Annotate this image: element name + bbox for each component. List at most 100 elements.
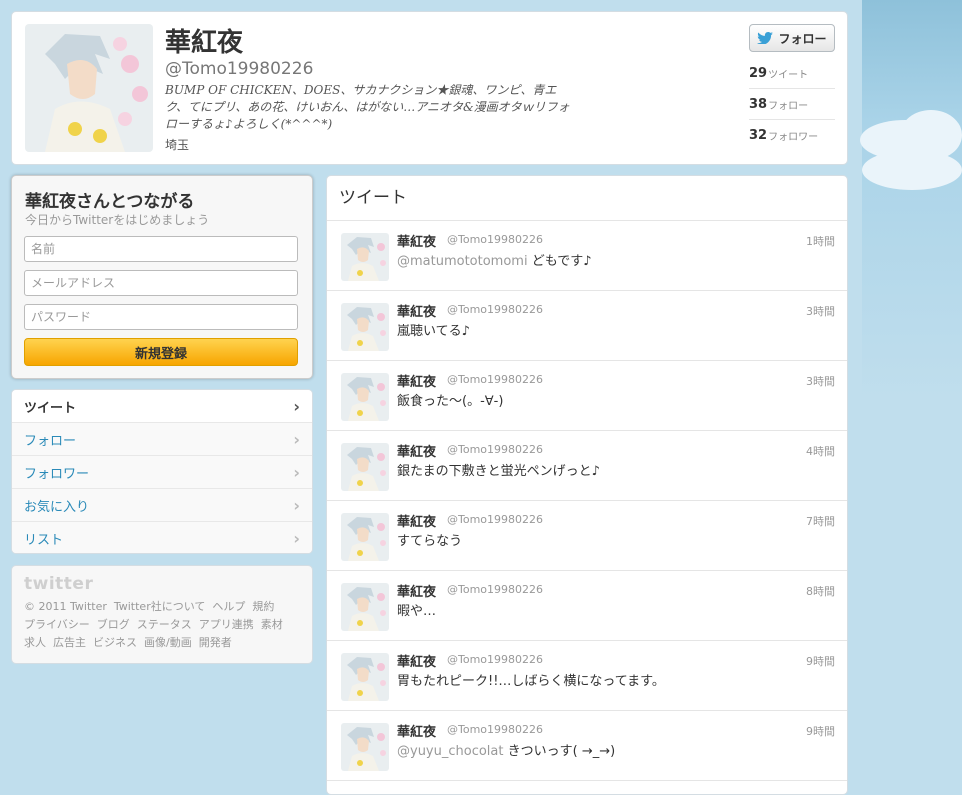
tweet-item[interactable]: 華紅夜 @Tomo19980226 7時間すてらなう xyxy=(327,501,847,571)
profile-stats: 29 ツイート 38 フォロー 32 フォロワー xyxy=(749,58,835,150)
tweet-timestamp[interactable]: 8時間 xyxy=(806,583,835,599)
tweet-mention[interactable]: @matumototomomi xyxy=(397,254,528,269)
tweet-author-name[interactable]: 華紅夜 xyxy=(397,511,436,530)
tweet-item[interactable]: 華紅夜 @Tomo19980226 3時間飯食った〜(。-∀-) xyxy=(327,361,847,431)
signup-button[interactable]: 新規登録 xyxy=(24,338,298,366)
tweet-text: 暇や… xyxy=(397,600,436,619)
tweet-author-handle[interactable]: @Tomo19980226 xyxy=(447,653,543,666)
footer-copyright: © 2011 Twitter xyxy=(24,600,107,613)
password-field[interactable] xyxy=(24,304,298,330)
tweet-author-name[interactable]: 華紅夜 xyxy=(397,371,436,390)
stat-count: 32 xyxy=(749,127,768,143)
footer-link[interactable]: アプリ連携 xyxy=(199,618,254,631)
tweet-timestamp[interactable]: 9時間 xyxy=(806,653,835,669)
tweet-timestamp[interactable]: 9時間 xyxy=(806,723,835,739)
tweet-author-handle[interactable]: @Tomo19980226 xyxy=(447,233,543,246)
nav-item-label: フォロワー xyxy=(24,466,90,482)
profile-bio: BUMP OF CHICKEN、DOES、サカナクション★銀魂、ワンピ、青エク、… xyxy=(165,83,570,131)
chevron-right-icon: › xyxy=(293,396,300,416)
nav-item-following[interactable]: フォロー › xyxy=(12,423,312,456)
stat-label: フォロワー xyxy=(768,131,819,143)
tweet-mention[interactable]: @yuyu_chocolat xyxy=(397,744,503,759)
timeline-header: ツイート xyxy=(327,176,847,221)
stat-count: 29 xyxy=(749,65,768,81)
tweet-item[interactable]: 華紅夜 @Tomo19980226 9時間 @yuyu_chocolat きついっす(… xyxy=(327,711,847,781)
footer-link[interactable]: 規約 xyxy=(252,600,274,613)
tweet-author-handle[interactable]: @Tomo19980226 xyxy=(447,443,543,456)
nav-item-label: お気に入り xyxy=(24,499,90,515)
footer-link[interactable]: 素材 xyxy=(261,618,283,631)
follow-button[interactable]: フォロー xyxy=(749,24,835,52)
footer-links: © 2011 Twitter Twitter社について ヘルプ 規約 プライバシー ブロ… xyxy=(24,598,304,652)
footer-link[interactable]: ヘルプ xyxy=(212,600,245,613)
nav-item-tweets[interactable]: ツイート › xyxy=(12,390,312,423)
tweet-avatar[interactable] xyxy=(341,443,389,491)
tweet-body: すてらなう xyxy=(397,534,463,549)
tweet-timestamp[interactable]: 3時間 xyxy=(806,303,835,319)
tweet-avatar[interactable] xyxy=(341,513,389,561)
tweet-author-name[interactable]: 華紅夜 xyxy=(397,301,436,320)
tweet-item[interactable]: 華紅夜 @Tomo19980226 1時間 @matumototomomi どもです♪ xyxy=(327,221,847,291)
tweet-body: 暇や… xyxy=(397,604,437,619)
footer-link[interactable]: 開発者 xyxy=(199,636,232,649)
tweet-item[interactable]: 華紅夜 @Tomo19980226 8時間暇や… xyxy=(327,571,847,641)
footer-link[interactable]: 画像/動画 xyxy=(144,636,192,649)
profile-location: 埼玉 xyxy=(165,138,190,152)
footer-link[interactable]: 求人 xyxy=(24,636,46,649)
footer-link[interactable]: Twitter社について xyxy=(114,600,206,613)
tweet-avatar[interactable] xyxy=(341,653,389,701)
follow-button-label: フォロー xyxy=(778,31,827,46)
tweet-avatar[interactable] xyxy=(341,303,389,351)
tweet-author-name[interactable]: 華紅夜 xyxy=(397,231,436,250)
tweet-timestamp[interactable]: 3時間 xyxy=(806,373,835,389)
tweet-item[interactable]: 華紅夜 @Tomo19980226 9時間 胃もたれピーク!!…しばらく横になってます… xyxy=(327,641,847,711)
stat-label: ツイート xyxy=(768,69,809,81)
site-footer: twitter © 2011 Twitter Twitter社について ヘルプ 規約 … xyxy=(11,565,313,664)
tweet-author-name[interactable]: 華紅夜 xyxy=(397,721,436,740)
profile-nav: ツイート › フォロー › フォロワー › お気に入り › リスト › xyxy=(11,389,313,554)
profile-avatar[interactable] xyxy=(25,24,153,152)
tweet-author-handle[interactable]: @Tomo19980226 xyxy=(447,723,543,736)
tweet-body: 飯食った〜(。-∀-) xyxy=(397,394,504,409)
tweet-text: すてらなう xyxy=(397,530,462,549)
footer-link[interactable]: ステータス xyxy=(137,618,192,631)
email-field[interactable] xyxy=(24,270,298,296)
tweet-timestamp[interactable]: 1時間 xyxy=(806,233,835,249)
tweet-body: 嵐聴いてる♪ xyxy=(397,324,470,339)
nav-item-lists[interactable]: リスト › xyxy=(12,522,312,553)
tweet-text: @yuyu_chocolat きついっす( →_→) xyxy=(397,740,615,759)
tweet-text: @matumototomomi どもです♪ xyxy=(397,250,592,269)
name-field[interactable] xyxy=(24,236,298,262)
tweet-author-handle[interactable]: @Tomo19980226 xyxy=(447,303,543,316)
tweet-author-name[interactable]: 華紅夜 xyxy=(397,441,436,460)
chevron-right-icon: › xyxy=(293,462,300,482)
nav-item-favorites[interactable]: お気に入り › xyxy=(12,489,312,522)
stat-following[interactable]: 38 フォロー xyxy=(749,89,835,120)
footer-link[interactable]: ビジネス xyxy=(93,636,137,649)
twitter-logo[interactable]: twitter xyxy=(24,574,93,594)
signup-panel: 華紅夜さんとつながる 今日からTwitterをはじめましょう 新規登録 xyxy=(11,175,313,379)
tweet-avatar[interactable] xyxy=(341,723,389,771)
tweet-timestamp[interactable]: 4時間 xyxy=(806,443,835,459)
nav-item-followers[interactable]: フォロワー › xyxy=(12,456,312,489)
tweet-author-handle[interactable]: @Tomo19980226 xyxy=(447,373,543,386)
nav-item-label: リスト xyxy=(24,533,64,548)
tweet-list: 華紅夜 @Tomo19980226 1時間 @matumototomomi どもです♪… xyxy=(327,221,847,781)
tweet-avatar[interactable] xyxy=(341,583,389,631)
footer-link[interactable]: 広告主 xyxy=(53,636,86,649)
tweet-avatar[interactable] xyxy=(341,373,389,421)
footer-link[interactable]: プライバシー xyxy=(24,618,90,631)
tweet-author-name[interactable]: 華紅夜 xyxy=(397,651,436,670)
tweet-author-handle[interactable]: @Tomo19980226 xyxy=(447,583,543,596)
chevron-right-icon: › xyxy=(293,495,300,515)
tweet-avatar[interactable] xyxy=(341,233,389,281)
stat-followers[interactable]: 32 フォロワー xyxy=(749,120,835,150)
tweet-text: 嵐聴いてる♪ xyxy=(397,320,470,339)
tweet-item[interactable]: 華紅夜 @Tomo19980226 3時間嵐聴いてる♪ xyxy=(327,291,847,361)
tweet-item[interactable]: 華紅夜 @Tomo19980226 4時間 銀たまの下敷きと蛍光ペンげっと♪ xyxy=(327,431,847,501)
tweet-timestamp[interactable]: 7時間 xyxy=(806,513,835,529)
footer-link[interactable]: ブログ xyxy=(97,618,130,631)
stat-tweets[interactable]: 29 ツイート xyxy=(749,58,835,89)
tweet-author-handle[interactable]: @Tomo19980226 xyxy=(447,513,543,526)
tweet-author-name[interactable]: 華紅夜 xyxy=(397,581,436,600)
